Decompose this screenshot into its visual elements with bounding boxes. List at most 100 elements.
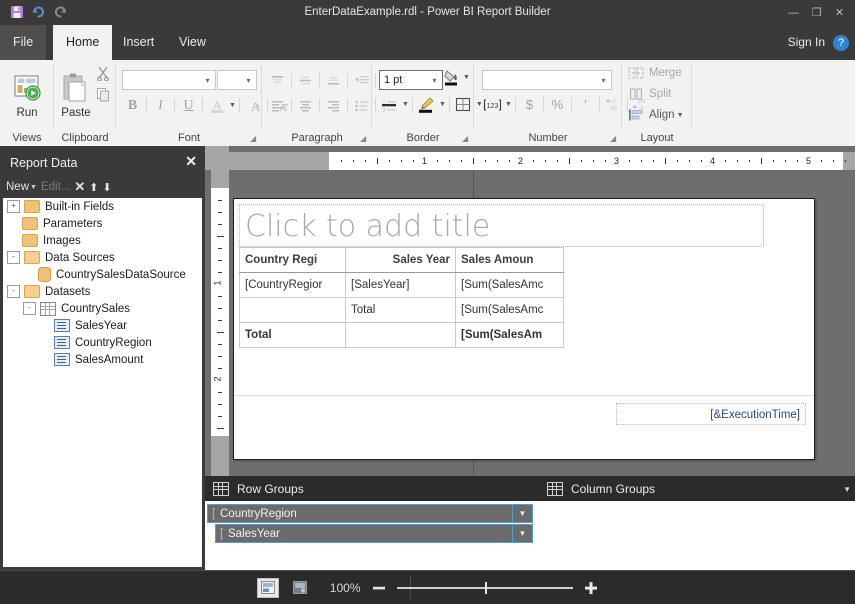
cut-button[interactable]: [96, 66, 111, 81]
row-group-item-countryregion[interactable]: CountryRegion ▼: [207, 504, 533, 523]
zoom-slider[interactable]: [396, 581, 573, 594]
tablix-header-cell[interactable]: Country Regi: [239, 247, 346, 273]
italic-button[interactable]: I: [150, 95, 171, 116]
paragraph-dialog-launcher[interactable]: ◢: [360, 134, 369, 143]
align-button[interactable]: Align ▼: [628, 108, 684, 122]
align-middle-button[interactable]: [295, 70, 316, 91]
borders-button[interactable]: [453, 94, 474, 115]
tablix-cell[interactable]: [Sum(SalesAm: [455, 322, 564, 348]
tablix-header-cell[interactable]: Sales Amoun: [455, 247, 564, 273]
paste-button[interactable]: Paste: [56, 64, 96, 126]
tree-node[interactable]: + Built-in Fields: [3, 198, 202, 215]
tree-node[interactable]: SalesAmount: [3, 351, 202, 368]
tablix-header-row[interactable]: Country Regi Sales Year Sales Amoun: [239, 247, 564, 273]
edit-button[interactable]: Edit...: [41, 181, 70, 193]
font-dialog-launcher[interactable]: ◢: [250, 134, 259, 143]
collapse-icon[interactable]: -: [7, 285, 20, 298]
table-row[interactable]: [CountryRegior [SalesYear] [Sum(SalesAmc: [239, 272, 564, 298]
delete-button[interactable]: ✕: [74, 179, 85, 195]
table-row[interactable]: Total [Sum(SalesAmc: [239, 297, 564, 323]
tree-node[interactable]: SalesYear: [3, 317, 202, 334]
expand-icon[interactable]: +: [7, 200, 20, 213]
move-down-button[interactable]: ⬇: [102, 181, 111, 194]
tablix-cell[interactable]: [SalesYear]: [345, 272, 456, 298]
tablix-cell[interactable]: [239, 297, 346, 323]
tree-node[interactable]: - Data Sources: [3, 249, 202, 266]
print-layout-button[interactable]: [289, 578, 311, 598]
row-group-item-salesyear[interactable]: SalesYear ▼: [215, 524, 533, 543]
design-surface[interactable]: 12345 12 Click to add title Country Regi…: [205, 146, 855, 476]
restore-button[interactable]: ❐: [805, 0, 828, 25]
tree-node[interactable]: - CountrySales: [3, 300, 202, 317]
tab-view[interactable]: View: [166, 25, 219, 60]
pen-color-button[interactable]: [416, 94, 437, 115]
align-right-button[interactable]: [323, 95, 344, 116]
line-style-button[interactable]: [379, 94, 400, 115]
border-dialog-launcher[interactable]: ◢: [462, 134, 471, 143]
tree-node[interactable]: Parameters: [3, 215, 202, 232]
currency-button[interactable]: $: [519, 94, 540, 115]
merge-button[interactable]: Merge: [628, 66, 682, 80]
tab-insert[interactable]: Insert: [110, 25, 167, 60]
help-icon[interactable]: ?: [833, 35, 849, 51]
align-center-button[interactable]: [295, 95, 316, 116]
underline-button[interactable]: U: [178, 95, 199, 116]
placeholder-style-button[interactable]: 123: [482, 94, 503, 115]
chevron-down-icon[interactable]: ▼: [30, 184, 37, 191]
zoom-in-button[interactable]: [583, 580, 599, 596]
align-bottom-button[interactable]: [323, 70, 344, 91]
chevron-down-icon[interactable]: ▼: [512, 525, 532, 542]
collapse-icon[interactable]: -: [23, 302, 36, 315]
tablix-header-cell[interactable]: Sales Year: [345, 247, 456, 273]
run-button[interactable]: Run: [0, 64, 54, 126]
tablix-cell[interactable]: [Sum(SalesAmc: [455, 297, 564, 323]
report-page[interactable]: Click to add title Country Regi Sales Ye…: [233, 198, 815, 460]
tree-node[interactable]: CountryRegion: [3, 334, 202, 351]
collapse-icon[interactable]: -: [7, 251, 20, 264]
tablix-cell[interactable]: Total: [345, 297, 456, 323]
tablix[interactable]: Country Regi Sales Year Sales Amoun [Cou…: [239, 247, 564, 348]
number-dialog-launcher[interactable]: ◢: [610, 134, 619, 143]
tablix-cell[interactable]: Total: [239, 322, 346, 348]
grouping-menu-caret-icon[interactable]: ▼: [843, 485, 851, 494]
chevron-down-icon[interactable]: ▼: [505, 101, 512, 108]
font-family-combo[interactable]: ▾: [122, 70, 216, 90]
chevron-down-icon[interactable]: ▼: [677, 112, 684, 119]
tablix-cell[interactable]: [345, 322, 456, 348]
tree-node[interactable]: Images: [3, 232, 202, 249]
sign-in-link[interactable]: Sign In: [788, 25, 825, 60]
chevron-down-icon[interactable]: ▼: [439, 101, 446, 108]
decrease-indent-button[interactable]: [351, 70, 372, 91]
move-up-button[interactable]: ⬆: [89, 181, 98, 194]
close-icon[interactable]: ✕: [185, 153, 197, 170]
align-left-button[interactable]: [267, 95, 288, 116]
tablix-cell[interactable]: [Sum(SalesAmc: [455, 272, 564, 298]
report-title-textbox[interactable]: Click to add title: [239, 204, 764, 247]
fill-color-button[interactable]: ▼: [443, 68, 470, 86]
border-width-combo[interactable]: 1 pt ▾: [379, 70, 443, 90]
font-size-combo[interactable]: ▾: [217, 70, 257, 90]
zoom-out-button[interactable]: [371, 580, 387, 596]
column-groups-body[interactable]: [539, 501, 855, 570]
report-data-tree[interactable]: + Built-in Fields Parameters Images - Data So…: [3, 198, 202, 567]
row-groups-body[interactable]: CountryRegion ▼ SalesYear ▼: [205, 501, 539, 570]
comma-button[interactable]: ': [575, 94, 596, 115]
tab-home[interactable]: Home: [53, 25, 113, 60]
minimize-button[interactable]: —: [782, 0, 805, 25]
chevron-down-icon[interactable]: ▼: [512, 505, 532, 522]
copy-button[interactable]: [96, 87, 111, 102]
bold-button[interactable]: B: [122, 95, 143, 116]
split-button[interactable]: Split: [628, 87, 671, 101]
percent-button[interactable]: %: [547, 94, 568, 115]
execution-time-textbox[interactable]: [&ExecutionTime]: [616, 403, 806, 425]
number-format-combo[interactable]: ▾: [482, 70, 612, 90]
chevron-down-icon[interactable]: ▼: [463, 74, 470, 81]
bullets-button[interactable]: [351, 95, 372, 116]
table-row[interactable]: Total [Sum(SalesAm: [239, 322, 564, 348]
tab-file[interactable]: File: [0, 25, 47, 60]
tree-node[interactable]: CountrySalesDataSource: [3, 266, 202, 283]
zoom-slider-thumb[interactable]: [484, 581, 487, 594]
chevron-down-icon[interactable]: ▼: [229, 102, 236, 109]
chevron-down-icon[interactable]: ▼: [402, 101, 409, 108]
new-button[interactable]: New ▼: [6, 181, 37, 193]
